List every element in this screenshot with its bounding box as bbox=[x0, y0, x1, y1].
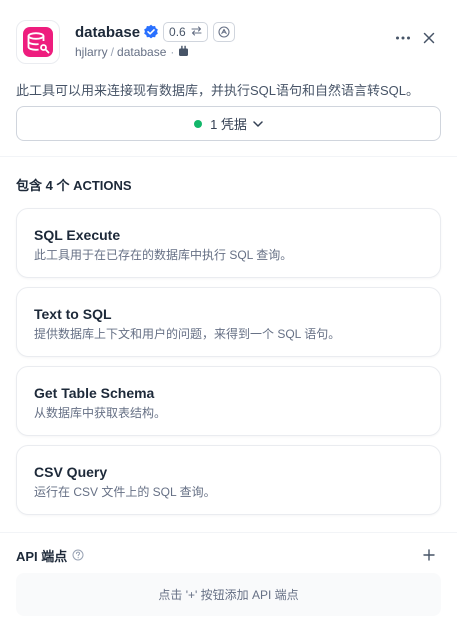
api-section-header: API 端点 bbox=[16, 546, 441, 564]
api-empty-state: 点击 '+' 按钮添加 API 端点 bbox=[16, 573, 441, 616]
action-description: 提供数据库上下文和用户的问题，来得到一个 SQL 语句。 bbox=[34, 327, 341, 341]
meta-dot: · bbox=[170, 45, 175, 59]
action-list: SQL Execute 此工具用于在已存在的数据库中执行 SQL 查询。 Tex… bbox=[16, 208, 441, 524]
author-row: hjlarry / database · bbox=[75, 44, 189, 60]
credentials-button[interactable]: 1 凭据 bbox=[16, 106, 441, 141]
api-section-title: API 端点 bbox=[16, 548, 68, 564]
action-name: Text to SQL bbox=[34, 306, 112, 322]
action-card-csv-query[interactable]: CSV Query 运行在 CSV 文件上的 SQL 查询。 bbox=[16, 445, 441, 515]
more-dots-icon[interactable] bbox=[393, 28, 413, 48]
action-name: SQL Execute bbox=[34, 227, 121, 243]
add-api-endpoint-button[interactable] bbox=[421, 546, 437, 564]
plugin-description: 此工具可以用来连接现有数据库，并执行SQL语句和自然语言转SQL。 bbox=[16, 83, 420, 98]
repo-name: database bbox=[117, 45, 167, 59]
action-card-text-to-sql[interactable]: Text to SQL 提供数据库上下文和用户的问题，来得到一个 SQL 语句。 bbox=[16, 287, 441, 357]
plugin-icon bbox=[178, 45, 189, 60]
action-description: 此工具用于在已存在的数据库中执行 SQL 查询。 bbox=[34, 248, 293, 262]
action-description: 从数据库中获取表结构。 bbox=[34, 406, 167, 420]
action-name: Get Table Schema bbox=[34, 385, 155, 401]
action-name: CSV Query bbox=[34, 464, 108, 480]
close-icon[interactable] bbox=[419, 28, 439, 48]
swap-icon bbox=[191, 25, 202, 39]
verified-badge-icon bbox=[143, 24, 159, 40]
status-indicator bbox=[194, 119, 203, 128]
path-separator: / bbox=[110, 45, 115, 59]
version-text: 0.6 bbox=[169, 25, 186, 39]
version-badge[interactable]: 0.6 bbox=[163, 22, 208, 42]
credentials-label: 1 凭据 bbox=[210, 117, 247, 132]
author-name: hjlarry bbox=[75, 45, 108, 59]
actions-section-title: 包含 4 个 ACTIONS bbox=[16, 178, 132, 193]
plus-icon bbox=[423, 549, 435, 561]
help-icon[interactable] bbox=[72, 549, 84, 561]
action-description: 运行在 CSV 文件上的 SQL 查询。 bbox=[34, 485, 216, 499]
database-icon bbox=[16, 20, 60, 64]
section-divider bbox=[0, 532, 457, 533]
chevron-down-icon bbox=[253, 120, 263, 127]
action-card-sql-execute[interactable]: SQL Execute 此工具用于在已存在的数据库中执行 SQL 查询。 bbox=[16, 208, 441, 278]
section-divider bbox=[0, 156, 457, 157]
app-name: database bbox=[75, 23, 141, 41]
action-card-get-table-schema[interactable]: Get Table Schema 从数据库中获取表结构。 bbox=[16, 366, 441, 436]
title-row: database 0.6 bbox=[75, 22, 235, 42]
plugin-header: database 0.6 hjlarry / database · bbox=[16, 20, 441, 64]
plugin-source-icon[interactable] bbox=[212, 22, 235, 42]
